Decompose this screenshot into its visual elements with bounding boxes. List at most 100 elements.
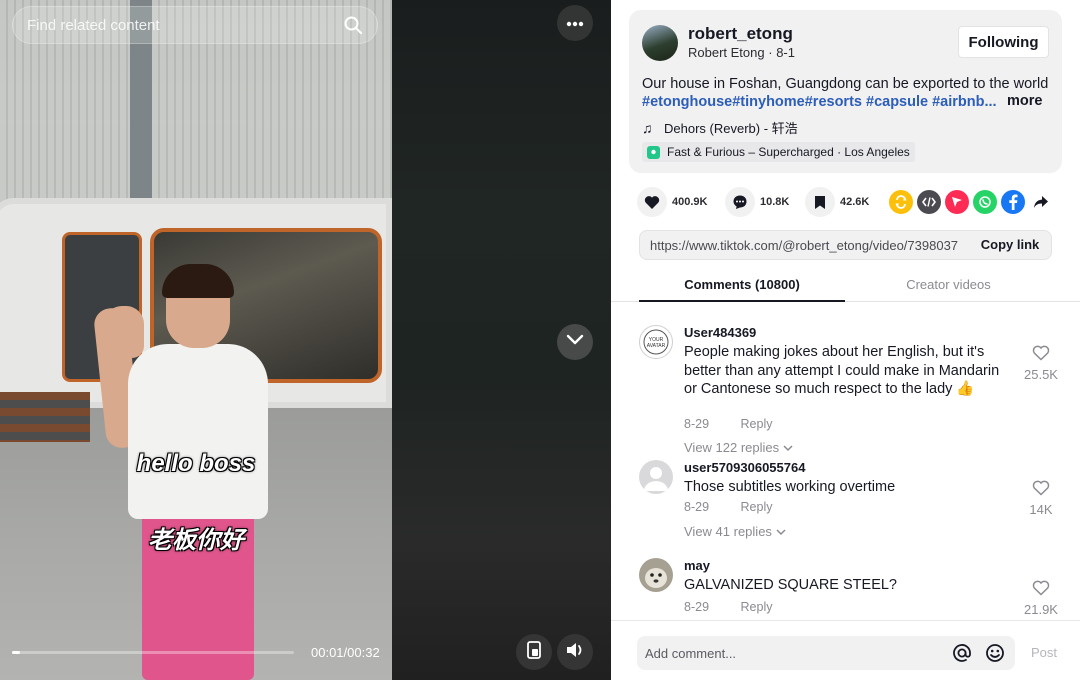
commenter-avatar[interactable] bbox=[639, 558, 673, 592]
comment-meta: 8-29 Reply bbox=[684, 417, 772, 431]
comment-input-wrapper[interactable] bbox=[637, 636, 1015, 670]
commenter-avatar[interactable] bbox=[639, 460, 673, 494]
commenter-username[interactable]: may bbox=[684, 558, 710, 573]
send-icon[interactable] bbox=[945, 190, 969, 214]
details-panel: robert_etong Robert Etong · 8-1 Followin… bbox=[611, 0, 1080, 680]
copy-link-button[interactable]: Copy link bbox=[970, 237, 1050, 252]
video-progress-bar[interactable] bbox=[12, 651, 294, 654]
search-input[interactable] bbox=[27, 16, 343, 34]
volume-button[interactable] bbox=[557, 634, 593, 670]
picture-in-picture-button[interactable] bbox=[516, 634, 552, 670]
location-chip[interactable]: Fast & Furious – Supercharged · Los Ange… bbox=[642, 142, 915, 162]
heart-outline-icon bbox=[1032, 345, 1050, 365]
heart-outline-icon bbox=[1032, 480, 1050, 500]
author-subtitle: Robert Etong · 8-1 bbox=[688, 45, 795, 60]
svg-text:AVATAR: AVATAR bbox=[647, 343, 666, 349]
author-username[interactable]: robert_etong bbox=[688, 24, 793, 44]
emoji-icon[interactable] bbox=[983, 641, 1007, 665]
scene-stairs bbox=[0, 392, 90, 442]
music-row[interactable]: ♫ Dehors (Reverb) - 轩浩 bbox=[642, 118, 798, 137]
commenter-username[interactable]: user5709306055764 bbox=[684, 460, 805, 475]
comment-composer: Post bbox=[611, 620, 1080, 680]
like-count: 400.9K bbox=[672, 196, 708, 208]
video-time: 00:01/00:32 bbox=[311, 645, 380, 660]
comment-like-count: 14K bbox=[1029, 502, 1053, 517]
mention-icon[interactable] bbox=[950, 641, 974, 665]
comment-like-button[interactable]: 25.5K bbox=[1019, 345, 1063, 382]
chevron-down-icon bbox=[783, 440, 793, 455]
comment-date: 8-29 bbox=[684, 417, 710, 431]
person-hair bbox=[162, 264, 234, 298]
video-player[interactable]: hello boss 老板你好 00:01/00:32 bbox=[0, 0, 611, 680]
repost-icon[interactable] bbox=[889, 190, 913, 214]
comment-text: Those subtitles working overtime bbox=[684, 479, 896, 495]
separator-dot: · bbox=[768, 45, 777, 60]
ellipsis-icon bbox=[566, 14, 584, 32]
post-comment-button[interactable]: Post bbox=[1031, 645, 1057, 660]
tab-comments[interactable]: Comments (10800) bbox=[639, 277, 845, 292]
heart-icon bbox=[637, 187, 667, 217]
search-icon[interactable] bbox=[343, 15, 363, 35]
video-url[interactable]: https://www.tiktok.com/@robert_etong/vid… bbox=[650, 238, 966, 253]
following-button[interactable]: Following bbox=[958, 26, 1049, 58]
chevron-down-icon bbox=[776, 524, 786, 539]
view-replies-label: View 41 replies bbox=[684, 524, 772, 539]
volume-icon bbox=[565, 641, 585, 664]
view-replies-button[interactable]: View 122 replies bbox=[684, 440, 793, 455]
heart-outline-icon bbox=[1032, 580, 1050, 600]
more-options-button[interactable] bbox=[557, 5, 593, 41]
post-date: 8-1 bbox=[776, 45, 795, 60]
location-pin-icon bbox=[647, 145, 660, 159]
post-hashtags[interactable]: #etonghouse#tinyhome#resorts #capsule #a… bbox=[642, 93, 1002, 111]
reply-button[interactable]: Reply bbox=[741, 600, 773, 614]
save-action[interactable]: 42.6K bbox=[805, 187, 869, 217]
facebook-icon[interactable] bbox=[1001, 190, 1025, 214]
picture-in-picture-icon bbox=[526, 640, 542, 664]
whatsapp-icon[interactable] bbox=[973, 190, 997, 214]
comment-like-count: 25.5K bbox=[1024, 367, 1058, 382]
chevron-down-icon bbox=[566, 333, 584, 351]
comment-action[interactable]: 10.8K bbox=[725, 187, 789, 217]
share-link-box: https://www.tiktok.com/@robert_etong/vid… bbox=[639, 230, 1052, 260]
commenter-avatar[interactable]: YOUR AVATAR bbox=[639, 325, 673, 359]
video-caption-chinese: 老板你好 bbox=[148, 527, 244, 554]
comment-item: may GALVANIZED SQUARE STEEL? 8-29 Reply … bbox=[639, 558, 1069, 618]
like-action[interactable]: 400.9K bbox=[637, 187, 707, 217]
comments-list[interactable]: YOUR AVATAR User484369 People making joke… bbox=[611, 310, 1080, 618]
actions-row: 400.9K 10.8K 42.6K bbox=[637, 187, 1057, 217]
comment-bubble-icon bbox=[725, 187, 755, 217]
post-description: Our house in Foshan, Guangdong can be ex… bbox=[642, 76, 1049, 92]
reply-button[interactable]: Reply bbox=[741, 500, 773, 514]
comment-input[interactable] bbox=[645, 645, 941, 661]
comment-meta: 8-29 Reply bbox=[684, 600, 772, 614]
comment-date: 8-29 bbox=[684, 600, 710, 614]
next-video-button[interactable] bbox=[557, 324, 593, 360]
embed-icon[interactable] bbox=[917, 190, 941, 214]
music-title: Dehors (Reverb) - 轩浩 bbox=[664, 121, 798, 136]
active-tab-indicator bbox=[639, 300, 845, 302]
person-shirt bbox=[128, 344, 268, 519]
commenter-username[interactable]: User484369 bbox=[684, 325, 756, 340]
author-avatar[interactable] bbox=[642, 25, 678, 61]
music-note-icon: ♫ bbox=[642, 119, 653, 136]
video-caption-english: hello boss bbox=[136, 450, 256, 477]
view-replies-label: View 122 replies bbox=[684, 440, 780, 455]
view-replies-button[interactable]: View 41 replies bbox=[684, 524, 786, 539]
tab-creator-videos[interactable]: Creator videos bbox=[845, 277, 1052, 292]
reply-button[interactable]: Reply bbox=[741, 417, 773, 431]
location-label: Fast & Furious – Supercharged · Los Ange… bbox=[667, 145, 910, 159]
bookmark-icon bbox=[805, 187, 835, 217]
comment-count: 10.8K bbox=[760, 196, 790, 208]
comment-item: YOUR AVATAR User484369 People making joke… bbox=[639, 325, 1069, 455]
comment-text: People making jokes about her English, b… bbox=[684, 344, 1000, 397]
video-frame[interactable]: hello boss 老板你好 bbox=[0, 0, 392, 680]
share-arrow-icon[interactable] bbox=[1029, 190, 1053, 214]
panel-tabs: Comments (10800) Creator videos bbox=[611, 268, 1080, 302]
video-progress-fill bbox=[12, 651, 21, 654]
more-link[interactable]: more bbox=[1007, 93, 1042, 109]
comment-like-count: 21.9K bbox=[1024, 602, 1058, 617]
search-bar[interactable] bbox=[12, 6, 378, 44]
comment-like-button[interactable]: 21.9K bbox=[1019, 580, 1063, 617]
comment-like-button[interactable]: 14K bbox=[1019, 480, 1063, 517]
comment-item: user5709306055764 Those subtitles workin… bbox=[639, 460, 1069, 545]
